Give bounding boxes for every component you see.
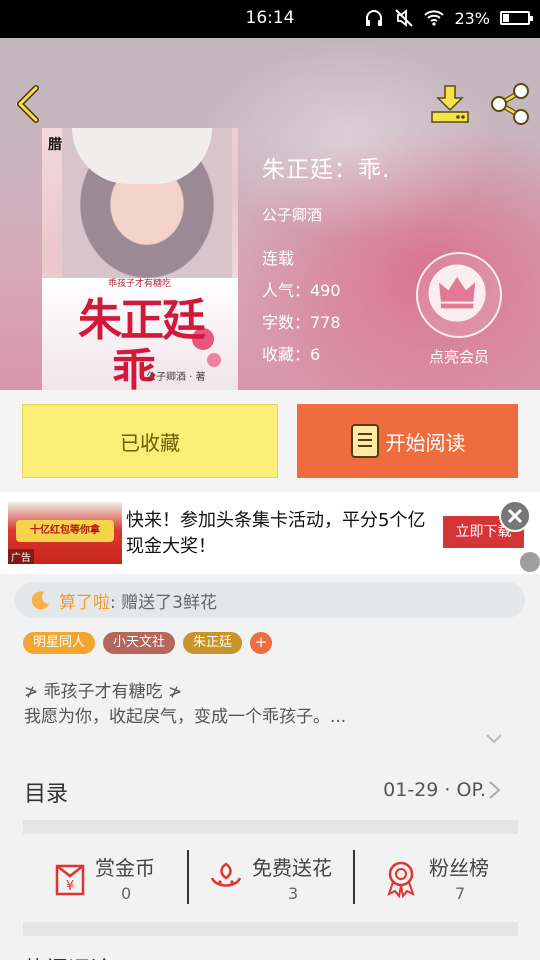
stat-count: 0 — [121, 884, 132, 903]
toc-label: 目录 — [24, 782, 69, 807]
close-icon — [507, 508, 523, 524]
book-author[interactable]: 公子卿酒 — [262, 204, 390, 225]
status-bar: 16:14 23% — [0, 0, 540, 38]
headphones-icon — [366, 10, 383, 26]
chevron-right-icon — [489, 781, 501, 799]
book-info: 朱正廷：乖. 公子卿酒 连载 人气：490 字数：778 收藏：6 — [262, 150, 390, 365]
battery-icon — [500, 11, 533, 25]
flower-gift-bar[interactable]: 算了啦 : 赠送了3鲜花 — [15, 582, 525, 618]
ad-banner[interactable]: 十亿红包等你拿 广告 快来！参加头条集卡活动，平分5个亿现金大奖！ 立即下载 — [0, 492, 540, 574]
tag-item[interactable]: 明星同人 — [23, 632, 96, 654]
book-cover[interactable]: 腊 乖孩子才有糖吃 朱正廷 乖 公子卿酒 · 著 — [42, 128, 238, 390]
ad-info-icon[interactable] — [520, 552, 540, 572]
cover-badge: 腊 — [48, 137, 62, 153]
tag-list: 明星同人 小天文社 朱正廷 + — [23, 632, 273, 654]
divider — [23, 922, 518, 936]
book-description[interactable]: ≯ 乖孩子才有糖吃 ≯ 我愿为你，收起戾气，变成一个乖孩子。... — [24, 680, 494, 730]
book-header: 16:14 23% 腊 乖孩子才有糖吃 朱正廷 乖 公子卿酒 · 著 朱正廷：乖… — [0, 0, 540, 390]
stat-separator — [353, 850, 355, 904]
download-icon[interactable] — [428, 84, 472, 124]
stat-separator — [187, 850, 189, 904]
vip-label: 点亮会员 — [428, 348, 489, 366]
gift-user[interactable]: 算了啦 — [59, 588, 110, 613]
divider — [23, 820, 518, 834]
red-envelope-icon: ¥ — [55, 864, 85, 896]
status-icons: 23% — [364, 8, 533, 28]
flower-icon — [210, 862, 242, 887]
svg-text:¥: ¥ — [66, 879, 74, 894]
start-reading-button[interactable]: 开始阅读 — [297, 404, 518, 478]
stat-name: 免费送花 — [252, 856, 332, 880]
mute-icon — [395, 9, 414, 27]
crown-icon — [428, 264, 486, 322]
back-arrow-icon[interactable] — [12, 84, 46, 124]
stats-row: ¥ 赏金币 0 免费送花 3 粉丝榜 7 — [23, 834, 518, 922]
book-popularity: 人气：490 — [262, 281, 341, 300]
description-line: ≯ 乖孩子才有糖吃 ≯ — [24, 682, 183, 702]
vip-button[interactable] — [416, 252, 502, 338]
moon-icon — [31, 591, 49, 610]
ad-image: 十亿红包等你拿 广告 — [8, 502, 122, 564]
book-word-count: 字数：778 — [262, 313, 341, 332]
book-icon — [350, 424, 379, 458]
cover-author: 公子卿酒 · 著 — [146, 372, 206, 383]
add-tag-button[interactable]: + — [250, 632, 273, 654]
stat-count: 7 — [455, 884, 466, 903]
chevron-down-icon[interactable] — [486, 734, 502, 744]
book-status: 连载 — [262, 249, 295, 268]
stat-count: 3 — [288, 884, 299, 903]
comments-section-title: 热门评论 — [24, 952, 112, 960]
start-reading-label: 开始阅读 — [385, 430, 466, 455]
table-of-contents-row[interactable]: 目录 01-29 · OP. — [0, 762, 540, 818]
wifi-icon — [424, 10, 445, 26]
book-favorites: 收藏：6 — [262, 345, 321, 364]
fan-ranking-stat[interactable]: 粉丝榜 7 — [353, 834, 518, 922]
medal-icon — [387, 861, 415, 898]
ad-image-text: 十亿红包等你拿 — [16, 520, 114, 542]
ad-mark: 广告 — [8, 549, 34, 564]
action-bar: 已收藏 开始阅读 — [0, 390, 540, 492]
share-icon[interactable] — [488, 82, 532, 126]
stat-name: 粉丝榜 — [429, 856, 489, 880]
free-flower-stat[interactable]: 免费送花 3 — [188, 834, 353, 922]
ad-text: 快来！参加头条集卡活动，平分5个亿现金大奖！ — [126, 510, 426, 557]
tag-item[interactable]: 小天文社 — [103, 632, 176, 654]
stat-name: 赏金币 — [95, 856, 155, 880]
favorited-button[interactable]: 已收藏 — [22, 404, 278, 478]
toc-latest-chapter: 01-29 · OP. — [383, 779, 486, 801]
cover-decoration — [207, 353, 221, 367]
tag-item[interactable]: 朱正廷 — [183, 632, 243, 654]
battery-percent: 23% — [454, 8, 490, 28]
reward-coins-stat[interactable]: ¥ 赏金币 0 — [23, 834, 188, 922]
gift-message: : 赠送了3鲜花 — [110, 592, 217, 613]
ad-close-button[interactable] — [499, 500, 531, 532]
book-title: 朱正廷：乖. — [262, 157, 391, 183]
description-line: 我愿为你，收起戾气，变成一个乖孩子。... — [24, 707, 347, 727]
